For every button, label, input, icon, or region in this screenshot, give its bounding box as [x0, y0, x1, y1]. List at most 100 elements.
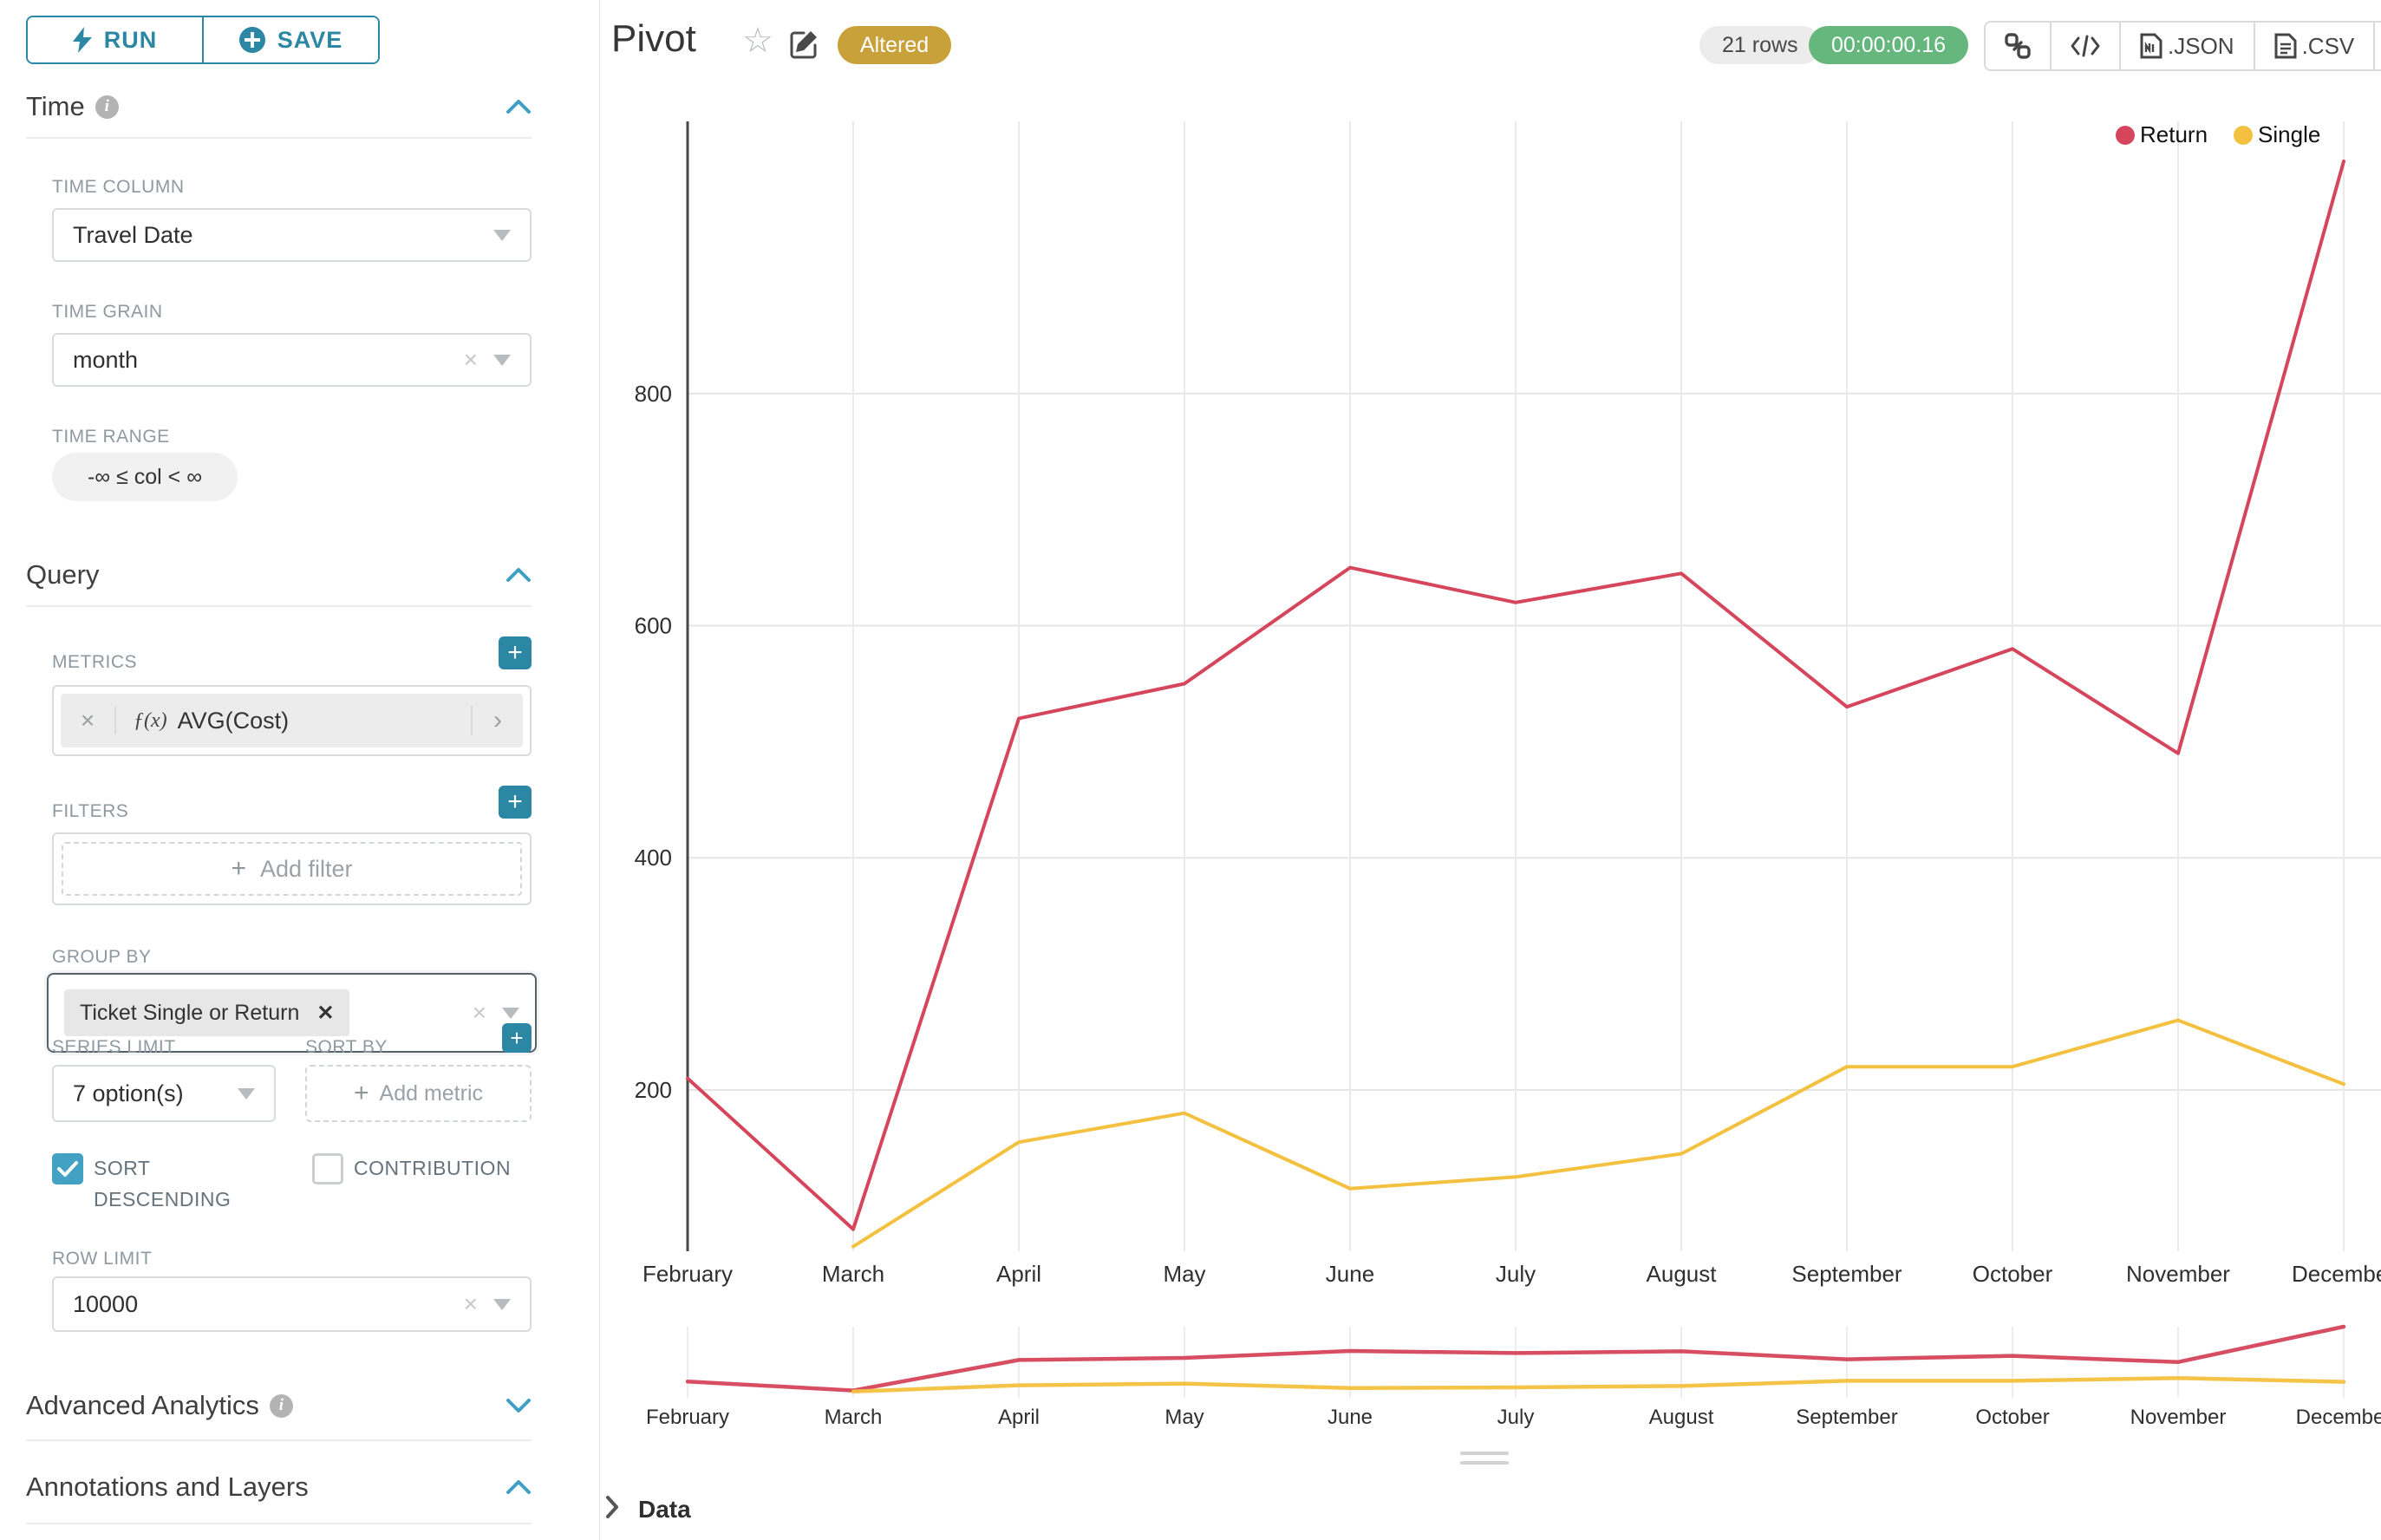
lightning-icon: [73, 27, 92, 53]
row-limit-label: ROW LIMIT: [52, 1249, 152, 1269]
series-limit-select[interactable]: 7 option(s): [52, 1065, 276, 1122]
legend-label: Single: [2258, 121, 2320, 148]
info-icon: i: [270, 1394, 293, 1418]
remove-tag-icon[interactable]: ✕: [316, 1001, 334, 1026]
contribution-checkbox[interactable]: [312, 1153, 343, 1184]
x-tick-label: October: [1973, 1261, 2053, 1287]
mini-x-tick-label: June: [1327, 1406, 1373, 1429]
mini-x-tick-label: October: [1975, 1406, 2049, 1429]
x-tick-label: December: [2292, 1261, 2381, 1287]
save-button[interactable]: SAVE: [202, 17, 378, 62]
section-divider: [26, 605, 532, 607]
time-grain-label: TIME GRAIN: [52, 302, 163, 323]
add-metric-label: Add metric: [380, 1081, 483, 1106]
add-filter-plus-button[interactable]: +: [499, 786, 532, 819]
metric-value: AVG(Cost): [178, 708, 290, 734]
metrics-field: × ƒ(x) AVG(Cost) ›: [52, 685, 532, 756]
y-tick-label: 600: [635, 613, 672, 639]
chart-legend: Return Single: [2116, 121, 2320, 148]
legend-dot: [2234, 126, 2253, 145]
x-tick-label: November: [2126, 1261, 2230, 1287]
section-divider: [26, 1439, 532, 1441]
y-tick-label: 400: [635, 845, 672, 871]
sort-descending-checkbox-row[interactable]: SORT DESCENDING: [52, 1153, 251, 1215]
chevron-right-icon[interactable]: ›: [471, 706, 523, 735]
time-range-value: -∞ ≤ col < ∞: [88, 465, 202, 490]
mini-x-tick-label: August: [1649, 1406, 1714, 1429]
clear-icon[interactable]: ×: [464, 346, 478, 374]
run-button-label: RUN: [104, 27, 158, 54]
caret-down-icon: [493, 230, 511, 241]
advanced-analytics-section-header[interactable]: Advanced Analytics i: [26, 1386, 532, 1426]
annotations-title: Annotations and Layers: [26, 1471, 309, 1503]
series-line-single[interactable]: [853, 1021, 2344, 1247]
control-panel-sidebar: RUN SAVE Time i TIME COLUMN Travel Date …: [0, 0, 600, 1540]
query-section-header[interactable]: Query: [26, 555, 532, 595]
run-button[interactable]: RUN: [28, 17, 202, 62]
y-tick-label: 200: [635, 1077, 672, 1103]
mini-x-tick-label: July: [1497, 1406, 1535, 1429]
run-save-button-group: RUN SAVE: [26, 16, 380, 64]
time-grain-value: month: [73, 347, 138, 374]
time-grain-select[interactable]: month ×: [52, 333, 532, 387]
time-column-label: TIME COLUMN: [52, 177, 185, 198]
contribution-checkbox-row[interactable]: CONTRIBUTION: [312, 1153, 538, 1184]
row-limit-select[interactable]: 10000 ×: [52, 1276, 532, 1332]
advanced-analytics-title: Advanced Analytics: [26, 1390, 259, 1421]
time-column-select[interactable]: Travel Date: [52, 208, 532, 262]
clear-icon[interactable]: ×: [473, 999, 486, 1027]
time-range-label: TIME RANGE: [52, 427, 170, 447]
filters-field: + Add filter: [52, 832, 532, 905]
annotations-section-header[interactable]: Annotations and Layers: [26, 1467, 532, 1507]
metrics-label: METRICS: [52, 652, 137, 673]
clear-icon[interactable]: ×: [464, 1290, 478, 1318]
sort-descending-label: SORT DESCENDING: [94, 1153, 251, 1215]
superset-explore-page: RUN SAVE Time i TIME COLUMN Travel Date …: [0, 0, 2381, 1540]
mini-x-tick-label: May: [1164, 1406, 1204, 1429]
metric-pill[interactable]: × ƒ(x) AVG(Cost) ›: [61, 694, 523, 747]
group-by-tag: Ticket Single or Return ✕: [64, 989, 349, 1036]
caret-down-icon: [238, 1088, 255, 1100]
x-tick-label: February: [643, 1261, 733, 1287]
mini-x-tick-label: September: [1796, 1406, 1897, 1429]
section-divider: [26, 137, 532, 139]
time-section-title: Time: [26, 91, 85, 122]
x-tick-label: August: [1647, 1261, 1718, 1287]
save-button-label: SAVE: [277, 27, 343, 54]
x-tick-label: July: [1496, 1261, 1536, 1287]
plus-circle-icon: [239, 27, 265, 53]
caret-down-icon: [493, 1299, 511, 1310]
mini-x-tick-label: November: [2130, 1406, 2227, 1429]
x-tick-label: September: [1791, 1261, 1902, 1287]
row-limit-value: 10000: [73, 1291, 138, 1318]
sort-by-add-metric-button[interactable]: + Add metric: [305, 1065, 532, 1122]
caret-down-icon: [502, 1008, 519, 1019]
remove-metric-icon[interactable]: ×: [61, 707, 116, 734]
check-icon: [57, 1160, 78, 1178]
mini-x-tick-label: April: [998, 1406, 1040, 1429]
mini-x-tick-label: February: [646, 1406, 729, 1429]
legend-label: Return: [2140, 121, 2208, 148]
legend-item-return[interactable]: Return: [2116, 121, 2208, 148]
chevron-up-icon[interactable]: [506, 567, 532, 583]
chevron-up-icon[interactable]: [506, 99, 532, 114]
sort-descending-checkbox[interactable]: [52, 1153, 83, 1184]
chevron-down-icon[interactable]: [506, 1398, 532, 1413]
add-filter-button[interactable]: + Add filter: [62, 842, 522, 896]
time-section-header[interactable]: Time i: [26, 87, 532, 127]
legend-item-single[interactable]: Single: [2234, 121, 2320, 148]
add-metric-plus-button[interactable]: +: [499, 636, 532, 669]
time-range-pill[interactable]: -∞ ≤ col < ∞: [52, 453, 238, 501]
mini-x-tick-label: March: [825, 1406, 883, 1429]
legend-dot: [2116, 126, 2135, 145]
add-filter-label: Add filter: [260, 856, 353, 883]
sort-by-label: SORT BY: [305, 1037, 388, 1058]
filters-label: FILTERS: [52, 801, 128, 822]
add-sort-metric-plus-button[interactable]: +: [502, 1023, 532, 1053]
fx-icon: ƒ(x): [134, 709, 167, 733]
section-divider: [26, 1523, 532, 1524]
series-limit-value: 7 option(s): [73, 1080, 184, 1107]
plus-icon: +: [354, 1079, 369, 1108]
mini-x-tick-label: December: [2296, 1406, 2381, 1429]
chevron-up-icon[interactable]: [506, 1479, 532, 1495]
